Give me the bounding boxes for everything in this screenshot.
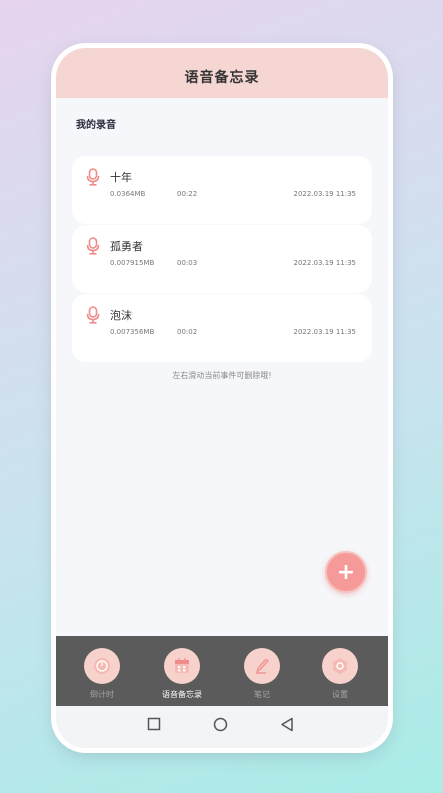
tab-voice-memo[interactable]: 语音备忘录 <box>152 648 212 700</box>
settings-icon <box>333 658 347 674</box>
circle-icon[interactable] <box>213 717 228 732</box>
add-recording-button[interactable]: + <box>325 551 367 593</box>
recording-name: 十年 <box>110 171 132 184</box>
recording-size: 0.0364MB <box>110 190 146 198</box>
timer-icon <box>94 658 110 674</box>
recording-timestamp: 2022.03.19 11:35 <box>293 190 356 198</box>
calendar-icon <box>175 658 189 673</box>
system-nav-bar <box>56 706 388 748</box>
tab-countdown[interactable]: 倒计时 <box>72 648 132 700</box>
page-title: 语音备忘录 <box>184 70 260 86</box>
recording-duration: 00:03 <box>177 259 198 267</box>
swipe-hint: 左右滑动当前事件可删除哦! <box>172 371 272 380</box>
triangle-icon[interactable] <box>280 717 294 732</box>
tab-bar: 倒计时 语音备忘录 笔记 设置 <box>56 636 388 706</box>
recording-size: 0.007356MB <box>110 328 155 336</box>
microphone-icon <box>86 306 100 324</box>
recording-duration: 00:02 <box>177 328 198 336</box>
tab-label: 笔记 <box>254 690 270 699</box>
microphone-icon <box>86 168 100 186</box>
list-item[interactable]: 十年 0.0364MB 00:22 2022.03.19 11:35 <box>72 156 372 224</box>
recording-timestamp: 2022.03.19 11:35 <box>293 259 356 267</box>
tab-notes[interactable]: 笔记 <box>232 648 292 700</box>
microphone-icon <box>86 237 100 255</box>
tab-label: 倒计时 <box>90 690 114 699</box>
tab-settings[interactable]: 设置 <box>310 648 370 700</box>
recording-name: 孤勇者 <box>110 240 143 253</box>
recording-name: 泡沫 <box>110 309 132 322</box>
square-icon[interactable] <box>147 717 161 731</box>
list-item[interactable]: 孤勇者 0.007915MB 00:03 2022.03.19 11:35 <box>72 225 372 293</box>
tab-label: 语音备忘录 <box>162 690 202 699</box>
recording-size: 0.007915MB <box>110 259 155 267</box>
recording-list: 十年 0.0364MB 00:22 2022.03.19 11:35 孤勇者 0… <box>72 156 372 363</box>
pen-icon <box>256 659 269 674</box>
section-title: 我的录音 <box>76 120 116 131</box>
tab-label: 设置 <box>332 690 348 699</box>
list-item[interactable]: 泡沫 0.007356MB 00:02 2022.03.19 11:35 <box>72 294 372 362</box>
recording-timestamp: 2022.03.19 11:35 <box>293 328 356 336</box>
phone-screen: 语音备忘录 我的录音 十年 0.0364MB 00:22 2022.03.19 … <box>56 48 388 748</box>
recording-duration: 00:22 <box>177 190 198 198</box>
title-bar: 语音备忘录 <box>56 48 388 98</box>
